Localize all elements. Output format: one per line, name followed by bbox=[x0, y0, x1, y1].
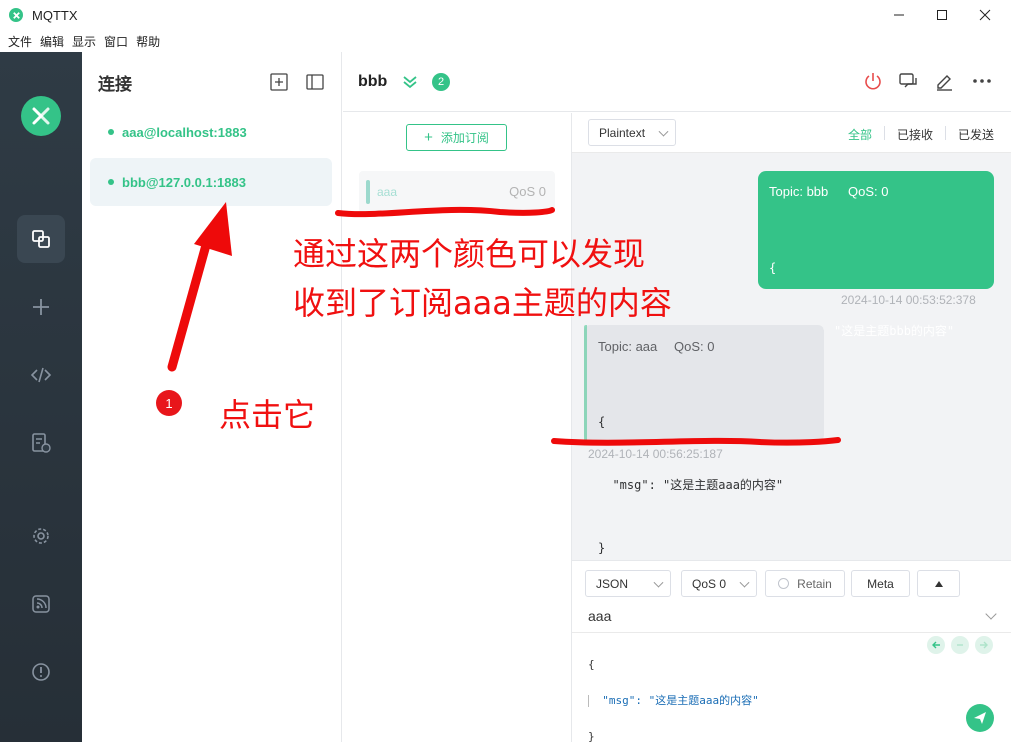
menu-file[interactable]: 文件 bbox=[8, 33, 32, 50]
minimize-button[interactable] bbox=[877, 0, 921, 30]
app-title: MQTTX bbox=[32, 7, 78, 23]
gear-icon[interactable] bbox=[17, 512, 65, 560]
subscription-color-bar bbox=[366, 180, 370, 204]
payload-line: { bbox=[769, 261, 777, 275]
menu-help[interactable]: 帮助 bbox=[136, 33, 160, 50]
connection-label: bbb@127.0.0.1:1883 bbox=[122, 174, 246, 190]
history-reset-icon[interactable] bbox=[951, 636, 969, 654]
title-bar: MQTTX bbox=[0, 0, 1011, 30]
left-nav bbox=[0, 52, 82, 742]
annotation-line-1: 通过这两个颜色可以发现 bbox=[293, 235, 646, 273]
payload-line: "msg": "这是主题aaa的内容" bbox=[598, 478, 784, 492]
chevron-down-icon bbox=[658, 126, 669, 137]
divider bbox=[945, 126, 946, 140]
edit-icon[interactable] bbox=[934, 71, 954, 96]
maximize-button[interactable] bbox=[920, 0, 964, 30]
code-icon[interactable] bbox=[17, 351, 65, 399]
payload-line: "msg": "这是主题aaa的内容" bbox=[588, 694, 759, 707]
toggle-panel-icon[interactable] bbox=[306, 73, 324, 96]
connection-item-bbb[interactable]: bbb@127.0.0.1:1883 bbox=[90, 158, 332, 206]
payload-format-select[interactable]: Plaintext bbox=[588, 119, 676, 146]
filter-received[interactable]: 已接收 bbox=[897, 126, 933, 143]
subscriptions-column: + 添加订阅 aaa QoS 0 bbox=[343, 113, 572, 742]
qos-value: QoS 0 bbox=[692, 576, 727, 591]
expand-button[interactable] bbox=[917, 570, 960, 597]
history-back-icon[interactable] bbox=[927, 636, 945, 654]
message-timestamp: 2024-10-14 00:53:52:378 bbox=[841, 293, 976, 307]
history-forward-icon[interactable] bbox=[975, 636, 993, 654]
menu-window[interactable]: 窗口 bbox=[104, 33, 128, 50]
publish-format-select[interactable]: JSON bbox=[585, 570, 671, 597]
connection-name: bbb bbox=[358, 73, 388, 90]
connections-icon[interactable] bbox=[17, 215, 65, 263]
menu-edit[interactable]: 编辑 bbox=[40, 33, 64, 50]
subscription-count-badge: 2 bbox=[432, 73, 450, 91]
menu-view[interactable]: 显示 bbox=[72, 33, 96, 50]
add-subscription-label: 添加订阅 bbox=[440, 131, 489, 145]
meta-label: Meta bbox=[867, 576, 894, 591]
payload-line: } bbox=[598, 541, 606, 555]
received-message: Topic: aaa QoS: 0 { "msg": "这是主题aaa的内容" … bbox=[584, 325, 824, 555]
connection-item-aaa[interactable]: aaa@localhost:1883 bbox=[90, 108, 332, 156]
power-icon[interactable] bbox=[863, 71, 883, 96]
filter-all[interactable]: 全部 bbox=[848, 126, 872, 143]
send-icon bbox=[974, 712, 986, 724]
connection-label: aaa@localhost:1883 bbox=[122, 124, 247, 140]
mqttx-logo bbox=[21, 96, 61, 136]
chevron-down-icon[interactable] bbox=[985, 608, 997, 620]
publish-qos-select[interactable]: QoS 0 bbox=[681, 570, 757, 597]
meta-button[interactable]: Meta bbox=[851, 570, 910, 597]
caret-up-icon bbox=[934, 580, 943, 587]
subscription-qos: QoS 0 bbox=[509, 184, 546, 199]
format-value: JSON bbox=[596, 576, 629, 591]
log-icon[interactable] bbox=[17, 419, 65, 467]
payload-line: { bbox=[598, 415, 606, 429]
connection-header: bbb 2 bbox=[343, 52, 1011, 112]
message-timestamp: 2024-10-14 00:56:25:187 bbox=[588, 447, 723, 461]
received-color-bar bbox=[584, 325, 587, 441]
more-icon[interactable] bbox=[972, 71, 992, 96]
subscription-item[interactable]: aaa QoS 0 bbox=[359, 171, 555, 213]
payload-line: } bbox=[588, 730, 595, 742]
chevron-down-icon bbox=[653, 577, 664, 588]
send-button[interactable] bbox=[966, 704, 994, 732]
add-subscription-button[interactable]: + 添加订阅 bbox=[406, 124, 507, 151]
payload-line: { bbox=[588, 658, 595, 671]
radio-circle bbox=[778, 578, 790, 589]
connections-title: 连接 bbox=[98, 75, 132, 94]
annotation-click: 点击它 bbox=[219, 396, 316, 434]
status-dot bbox=[108, 179, 114, 185]
plus-icon: + bbox=[424, 128, 433, 146]
divider bbox=[884, 126, 885, 140]
message-qos: QoS: 0 bbox=[674, 339, 715, 354]
menu-bar: 文件 编辑 显示 窗口 帮助 bbox=[0, 30, 1011, 52]
messages-toolbar: Plaintext 全部 已接收 已发送 bbox=[572, 113, 1011, 153]
info-icon[interactable] bbox=[17, 648, 65, 696]
filter-sent[interactable]: 已发送 bbox=[958, 126, 994, 143]
chevron-down-icon bbox=[739, 577, 750, 588]
chat-icon[interactable] bbox=[898, 71, 920, 96]
step-marker: 1 bbox=[156, 390, 182, 416]
annotation-line-2: 收到了订阅aaa主题的内容 bbox=[293, 284, 672, 322]
format-value: Plaintext bbox=[599, 125, 646, 140]
divider bbox=[572, 632, 1011, 633]
close-window-button[interactable] bbox=[963, 0, 1007, 30]
app-icon bbox=[9, 8, 23, 22]
publish-topic-input[interactable]: aaa bbox=[588, 608, 611, 624]
messages-area: Plaintext 全部 已接收 已发送 Topic: bbb QoS: 0 {… bbox=[572, 113, 1011, 560]
message-topic: Topic: bbb bbox=[769, 184, 829, 199]
plus-icon[interactable] bbox=[17, 283, 65, 331]
publish-area: JSON QoS 0 Retain Meta aaa { "msg": "这是主… bbox=[572, 560, 1011, 742]
new-connection-icon[interactable] bbox=[270, 73, 288, 96]
message-topic: Topic: aaa bbox=[598, 339, 658, 354]
rss-icon[interactable] bbox=[17, 580, 65, 628]
sent-message: Topic: bbb QoS: 0 { "msg": "这是主题bbb的内容" … bbox=[758, 171, 994, 401]
double-chevron-icon[interactable] bbox=[402, 74, 418, 95]
message-qos: QoS: 0 bbox=[848, 184, 889, 199]
retain-label: Retain bbox=[797, 576, 832, 591]
status-dot bbox=[108, 129, 114, 135]
subscription-topic: aaa bbox=[377, 185, 398, 199]
publish-payload-editor[interactable]: { "msg": "这是主题aaa的内容" } bbox=[588, 635, 759, 742]
retain-checkbox[interactable]: Retain bbox=[765, 570, 845, 597]
